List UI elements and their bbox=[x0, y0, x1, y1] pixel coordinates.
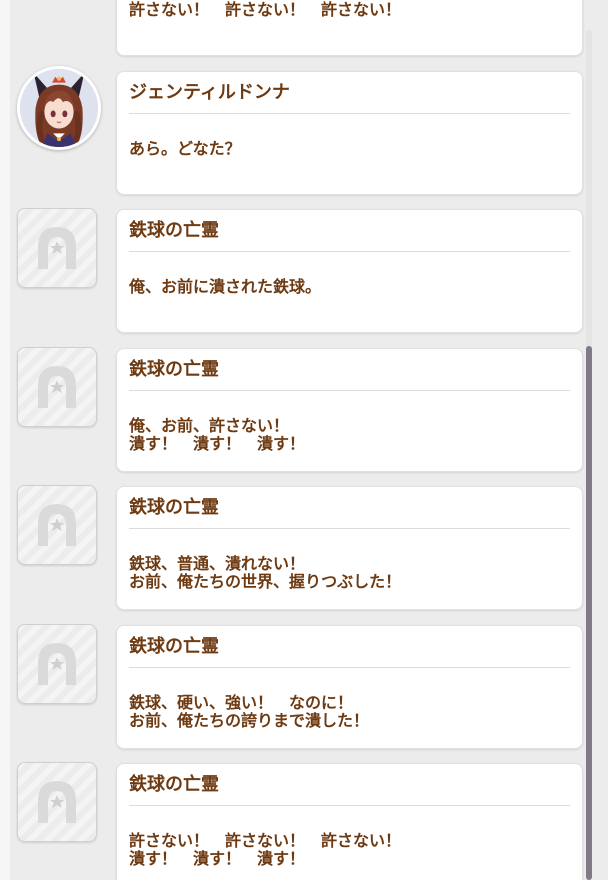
dialogue-bubble[interactable]: 鉄球の亡霊 許さない！ 許さない！ 許さない！ 潰す！ 潰す！ 潰す！ bbox=[116, 763, 583, 880]
speaker-avatar-placeholder[interactable] bbox=[17, 208, 97, 288]
character-portrait-icon bbox=[20, 68, 98, 147]
horseshoe-icon bbox=[38, 227, 76, 269]
dialogue-text: あら。どなた？ bbox=[129, 138, 241, 158]
character-portrait-avatar[interactable] bbox=[17, 65, 101, 150]
speaker-avatar-placeholder[interactable] bbox=[17, 346, 97, 427]
dialogue-text: 許さない！ 許さない！ 許さない！ 潰す！ 潰す！ 潰す！ bbox=[129, 831, 402, 868]
dialogue-text: 許さない！ 許さない！ 許さない！ bbox=[129, 0, 402, 19]
speaker-name: 鉄球の亡霊 bbox=[129, 773, 570, 806]
horseshoe-icon bbox=[38, 781, 76, 823]
log-entry[interactable]: 鉄球の亡霊 鉄球、普通、潰れない！ お前、俺たちの世界、握りつぶした！ bbox=[0, 433, 590, 610]
scrollbar-thumb[interactable] bbox=[586, 346, 592, 880]
log-entry[interactable]: 鉄球の亡霊 俺、お前、許さない！ 潰す！ 潰す！ 潰す！ bbox=[0, 295, 590, 472]
speaker-name: 鉄球の亡霊 bbox=[129, 358, 570, 391]
speaker-name: 鉄球の亡霊 bbox=[129, 496, 570, 529]
scrollbar-track[interactable] bbox=[586, 30, 592, 880]
speaker-avatar-placeholder[interactable] bbox=[17, 623, 97, 704]
speaker-name: ジェンティルドンナ bbox=[129, 81, 570, 114]
story-log-viewport[interactable]: 許さない！ 許さない！ 許さない！ ジェンティルドンナ あら。どなた？ 鉄球の亡… bbox=[0, 0, 608, 880]
story-log-list[interactable]: 許さない！ 許さない！ 許さない！ ジェンティルドンナ あら。どなた？ 鉄球の亡… bbox=[0, 0, 590, 880]
right-edge bbox=[598, 0, 608, 880]
dialogue-text: 俺、お前に潰された鉄球。 bbox=[129, 277, 322, 296]
log-entry[interactable]: 鉄球の亡霊 俺、お前に潰された鉄球。 bbox=[0, 156, 590, 333]
speaker-name: 鉄球の亡霊 bbox=[129, 219, 570, 252]
horseshoe-icon bbox=[38, 365, 76, 408]
speaker-avatar-placeholder[interactable] bbox=[17, 485, 97, 565]
log-entry[interactable]: 許さない！ 許さない！ 許さない！ bbox=[0, 0, 590, 56]
log-entry[interactable]: 鉄球の亡霊 許さない！ 許さない！ 許さない！ 潰す！ 潰す！ 潰す！ bbox=[0, 710, 590, 880]
horseshoe-icon bbox=[38, 642, 76, 685]
horseshoe-icon bbox=[38, 504, 76, 546]
log-entry[interactable]: 鉄球の亡霊 鉄球、硬い、強い！ なのに！ お前、俺たちの誇りまで潰した！ bbox=[0, 572, 590, 749]
speaker-name: 鉄球の亡霊 bbox=[129, 635, 570, 668]
speaker-avatar-placeholder[interactable] bbox=[17, 762, 97, 842]
log-entry[interactable]: ジェンティルドンナ あら。どなた？ bbox=[0, 18, 590, 195]
